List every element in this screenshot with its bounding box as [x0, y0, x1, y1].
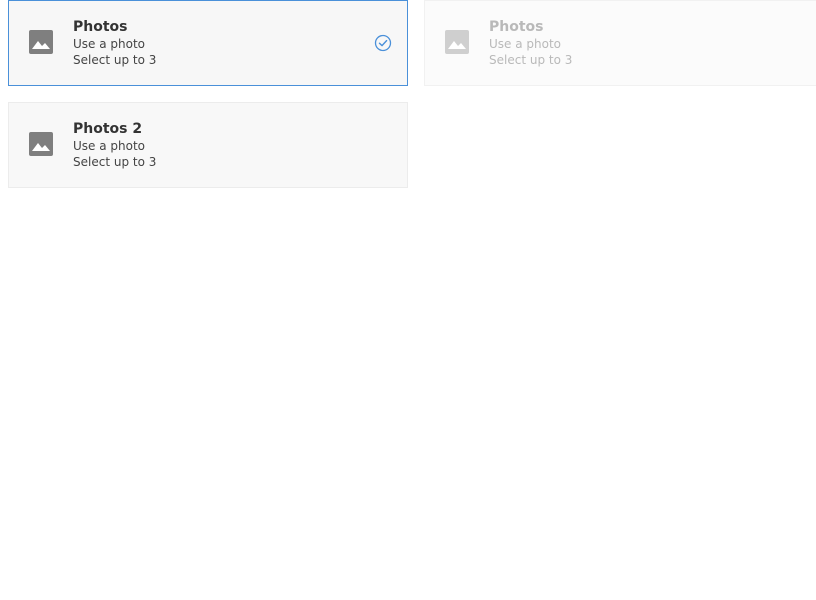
tile-subtitle: Use a photo [73, 37, 146, 51]
tile-subtitle: Use a photo [489, 37, 562, 51]
option-tile-photos-selected[interactable]: Photos Use a photo Select up to 3 [8, 0, 408, 86]
option-tile-photos-2[interactable]: Photos 2 Use a photo Select up to 3 [8, 102, 408, 188]
tile-subtitle: Use a photo [73, 139, 146, 153]
tile-title: Photos [489, 19, 544, 35]
tile-hint: Select up to 3 [73, 53, 157, 67]
tile-text: Photos Use a photo Select up to 3 [489, 18, 572, 68]
option-tile-photos-disabled: Photos Use a photo Select up to 3 [424, 0, 816, 86]
tile-title: Photos [73, 19, 128, 35]
tile-hint: Select up to 3 [73, 155, 157, 169]
tile-title: Photos 2 [73, 121, 143, 137]
image-icon [445, 30, 469, 54]
tile-hint: Select up to 3 [489, 53, 573, 67]
tile-text: Photos 2 Use a photo Select up to 3 [73, 120, 156, 170]
image-icon [29, 30, 53, 54]
check-circle-icon [374, 34, 392, 52]
option-tile-grid: Photos Use a photo Select up to 3 Photos… [0, 0, 816, 600]
tile-text: Photos Use a photo Select up to 3 [73, 18, 156, 68]
image-icon [29, 132, 53, 156]
